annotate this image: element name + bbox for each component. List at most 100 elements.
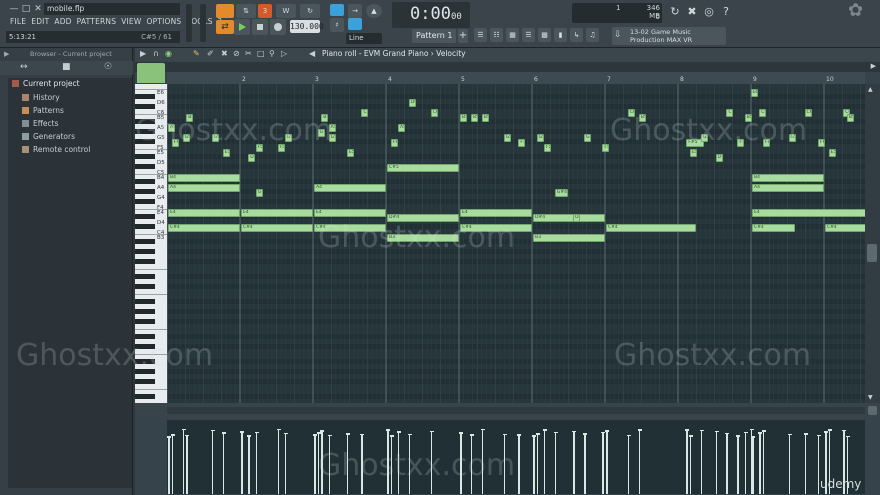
velocity-stem[interactable] xyxy=(241,431,243,494)
velocity-handle[interactable] xyxy=(247,435,252,437)
typing-keyboard-button[interactable]: ♯ xyxy=(330,18,344,32)
tree-root[interactable]: Current project xyxy=(12,78,80,90)
velocity-stem[interactable] xyxy=(543,429,546,494)
velocity-handle[interactable] xyxy=(542,429,547,431)
velocity-handle[interactable] xyxy=(185,434,190,437)
note[interactable]: G5 xyxy=(503,134,511,142)
velocity-stem[interactable] xyxy=(700,429,703,494)
note[interactable]: G5 xyxy=(182,134,190,142)
velocity-handle[interactable] xyxy=(480,428,485,431)
black-key[interactable] xyxy=(135,139,155,144)
black-key[interactable] xyxy=(135,224,155,229)
velocity-handle[interactable] xyxy=(699,429,704,432)
note[interactable]: B5 xyxy=(321,114,329,122)
menu-patterns[interactable]: PATTERNS xyxy=(77,16,117,28)
note[interactable]: C#4 xyxy=(314,224,386,232)
velocity-stem[interactable] xyxy=(346,433,349,494)
vertical-scroll-thumb[interactable] xyxy=(867,244,877,262)
piano-roll-icon[interactable]: ☷ xyxy=(490,28,503,42)
velocity-stem[interactable] xyxy=(817,434,820,494)
menu-view[interactable]: VIEW xyxy=(121,16,141,28)
minimize-icon[interactable]: — xyxy=(8,3,20,15)
black-key[interactable] xyxy=(135,179,155,184)
note[interactable]: D#5 xyxy=(715,154,723,162)
note[interactable]: E4 xyxy=(314,209,386,217)
note[interactable]: C6 xyxy=(627,109,635,117)
black-key[interactable] xyxy=(135,274,155,279)
black-key[interactable] xyxy=(135,154,155,159)
note[interactable]: A4 xyxy=(168,184,240,192)
velocity-stem[interactable] xyxy=(387,429,389,494)
tempo-display[interactable]: 130.000 xyxy=(290,20,324,33)
record-button[interactable] xyxy=(270,19,286,35)
velocity-handle[interactable] xyxy=(320,430,325,432)
velocity-handle[interactable] xyxy=(327,434,332,437)
song-mode-indicator[interactable]: 3 xyxy=(258,4,272,18)
tree-item-generators[interactable]: Generators xyxy=(22,131,75,143)
mute-icon[interactable]: ⊘ xyxy=(233,49,240,58)
scroll-right-icon[interactable]: ▶ xyxy=(871,62,876,70)
note[interactable]: E5 xyxy=(828,149,836,157)
velocity-handle[interactable] xyxy=(725,432,730,435)
note[interactable]: G5 xyxy=(211,134,219,142)
velocity-handle[interactable] xyxy=(743,431,748,434)
velocity-handle[interactable] xyxy=(583,433,588,435)
pat-song-button[interactable]: ⇅ xyxy=(236,4,256,18)
velocity-handle[interactable] xyxy=(283,432,288,435)
draw-icon[interactable]: ✎ xyxy=(193,49,200,58)
velocity-handle[interactable] xyxy=(845,435,850,438)
velocity-handle[interactable] xyxy=(407,433,412,436)
browser-icon[interactable]: ↳ xyxy=(570,28,583,42)
velocity-handle[interactable] xyxy=(517,434,522,436)
velocity-stem[interactable] xyxy=(762,430,765,494)
velocity-stem[interactable] xyxy=(460,432,462,494)
velocity-handle[interactable] xyxy=(827,429,832,431)
velocity-stem[interactable] xyxy=(361,433,363,494)
velocity-handle[interactable] xyxy=(210,429,215,432)
velocity-handle[interactable] xyxy=(389,435,394,437)
note[interactable]: C#5 xyxy=(387,164,459,172)
note[interactable]: C6 xyxy=(361,109,369,117)
note[interactable]: E5 xyxy=(222,149,230,157)
note[interactable]: C6 xyxy=(726,109,734,117)
velocity-stem[interactable] xyxy=(602,431,604,494)
black-key[interactable] xyxy=(135,379,155,384)
song-mode-button[interactable]: ⇄ xyxy=(216,20,234,34)
note[interactable]: E4 xyxy=(168,209,240,217)
step-edit-button[interactable]: → xyxy=(348,4,362,18)
note[interactable]: B5 xyxy=(638,114,646,122)
playlist-icon[interactable]: ☰ xyxy=(474,28,487,42)
menu-file[interactable]: FILE xyxy=(10,16,26,28)
velocity-handle[interactable] xyxy=(553,431,558,434)
velocity-stem[interactable] xyxy=(726,432,728,494)
tree-item-effects[interactable]: Effects xyxy=(22,118,59,130)
velocity-stem[interactable] xyxy=(248,435,250,494)
velocity-stem[interactable] xyxy=(182,428,185,494)
help-icon[interactable]: ? xyxy=(719,5,733,19)
black-key[interactable] xyxy=(135,249,155,254)
velocity-stem[interactable] xyxy=(321,430,323,494)
velocity-stem[interactable] xyxy=(744,431,747,494)
scroll-up-icon[interactable]: ▲ xyxy=(868,86,873,93)
note[interactable]: E4 xyxy=(752,209,865,217)
black-key[interactable] xyxy=(135,104,155,109)
velocity-handle[interactable] xyxy=(502,433,507,436)
velocity-handle[interactable] xyxy=(758,432,763,434)
note[interactable]: F#5 xyxy=(171,139,179,147)
tools-icon[interactable]: ✖ xyxy=(685,5,699,19)
play-button[interactable] xyxy=(234,19,250,35)
velocity-handle[interactable] xyxy=(637,429,642,431)
note[interactable]: B5 xyxy=(846,114,854,122)
piano-keyboard[interactable]: E6 D6 C6 B5 A5 G5 F5 E5 D5 C5 B4 A4 G4 F4 E4 D4 C4 B3 xyxy=(135,84,167,403)
note[interactable]: G5 xyxy=(536,134,544,142)
note[interactable]: B3 xyxy=(387,234,459,242)
velocity-stem[interactable] xyxy=(390,435,393,494)
note[interactable]: F#5 xyxy=(817,139,825,147)
velocity-handle[interactable] xyxy=(459,432,463,434)
note[interactable]: D#5 xyxy=(248,154,256,162)
note[interactable]: A5 xyxy=(397,124,405,132)
note[interactable]: C#4 xyxy=(825,224,865,232)
black-key[interactable] xyxy=(135,214,155,219)
tree-item-history[interactable]: History xyxy=(22,92,60,104)
playback-icon[interactable]: ▷ xyxy=(281,49,287,58)
